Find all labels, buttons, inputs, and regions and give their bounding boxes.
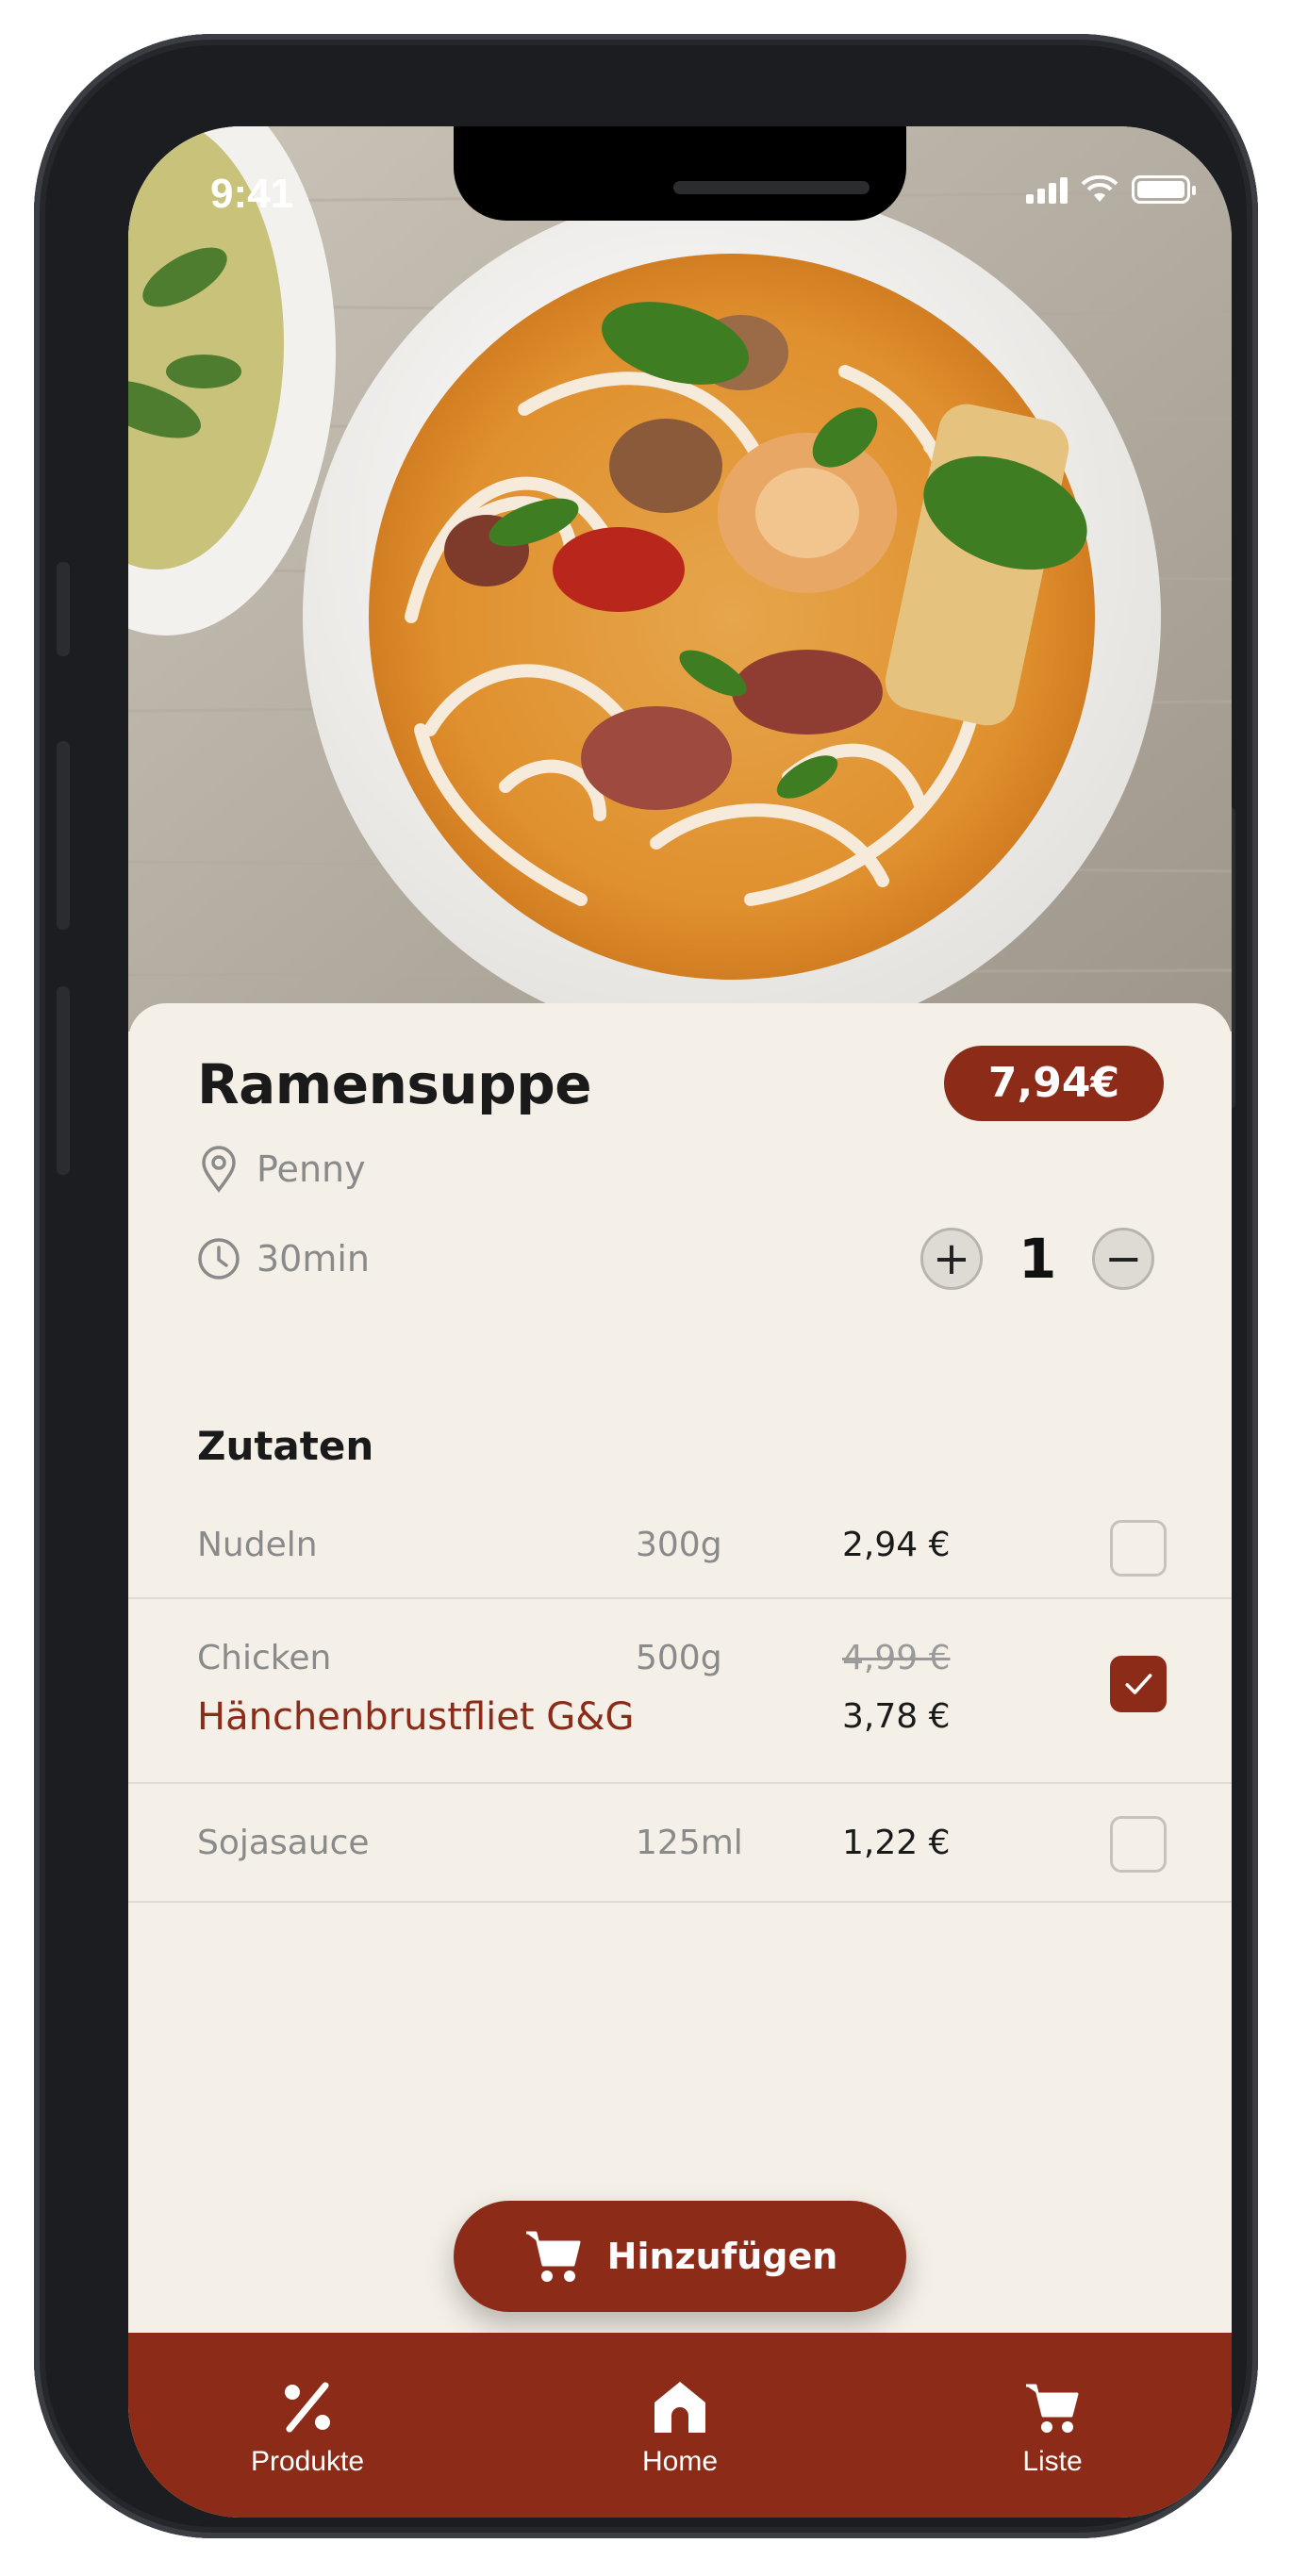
- ingredients-heading: Zutaten: [197, 1423, 374, 1469]
- volume-up-button: [57, 741, 70, 930]
- ingredient-price: 2,94 €: [842, 1526, 951, 1564]
- quantity-decrease-button[interactable]: −: [1092, 1228, 1155, 1290]
- ingredient-price: 3,78 €: [842, 1697, 951, 1736]
- clock-icon: [198, 1238, 240, 1280]
- ingredient-price: 1,22 €: [842, 1824, 951, 1862]
- location-pin-icon: [202, 1146, 236, 1193]
- ingredient-name: Chicken: [197, 1639, 332, 1677]
- home-icon: [654, 2382, 705, 2433]
- bottom-navigation: Produkte Home Liste: [128, 2333, 1232, 2518]
- ingredient-name: Sojasauce: [197, 1824, 370, 1862]
- quantity-increase-button[interactable]: +: [920, 1228, 983, 1290]
- battery-icon: [1132, 175, 1196, 204]
- ingredient-checkbox[interactable]: [1110, 1816, 1167, 1873]
- price-badge: 7,94€: [944, 1046, 1164, 1121]
- ingredient-row: Nudeln 300g 2,94 €: [128, 1494, 1232, 1599]
- mute-switch: [57, 562, 70, 656]
- ingredient-amount: 125ml: [636, 1824, 743, 1862]
- ingredient-row: Sojasauce 125ml 1,22 €: [128, 1784, 1232, 1903]
- quantity-stepper: + 1 −: [920, 1227, 1155, 1291]
- nav-label: Home: [641, 2446, 719, 2477]
- nav-item-produkte[interactable]: Produkte: [213, 2378, 402, 2478]
- ingredient-amount: 500g: [636, 1639, 722, 1677]
- ingredient-alternative-product[interactable]: Hänchenbrustfliet G&G: [197, 1695, 634, 1739]
- duration-row: 30min: [196, 1234, 370, 1283]
- speaker-grille: [673, 181, 870, 194]
- signal-icon: [1026, 177, 1068, 204]
- store-row: Penny: [196, 1145, 366, 1194]
- cart-icon: [525, 2231, 581, 2282]
- product-title: Ramensuppe: [197, 1052, 592, 1116]
- volume-down-button: [57, 986, 70, 1175]
- ingredient-amount: 300g: [636, 1526, 722, 1564]
- percent-icon: [285, 2382, 330, 2433]
- ingredient-name: Nudeln: [197, 1526, 318, 1564]
- add-to-list-button[interactable]: Hinzufügen: [454, 2201, 906, 2312]
- checkmark-icon: [1125, 1674, 1152, 1694]
- status-time: 9:41: [210, 171, 294, 217]
- phone-frame: 9:41 Ramensuppe 7,94€ Penny 30min + 1 − …: [34, 34, 1258, 2538]
- quantity-value: 1: [1019, 1227, 1057, 1291]
- nav-label: Liste: [1022, 2446, 1083, 2477]
- nav-label: Produkte: [250, 2446, 365, 2477]
- cart-icon: [1026, 2384, 1079, 2433]
- wifi-icon: [1081, 175, 1118, 202]
- duration-text: 30min: [257, 1238, 371, 1280]
- status-icons: [1026, 175, 1196, 204]
- dish-photo: [128, 126, 1232, 1032]
- screen: 9:41 Ramensuppe 7,94€ Penny 30min + 1 − …: [128, 126, 1232, 2518]
- ingredient-old-price: 4,99 €: [842, 1639, 951, 1677]
- ingredient-checkbox[interactable]: [1110, 1656, 1167, 1712]
- product-detail-card: Ramensuppe 7,94€ Penny 30min + 1 − Zutat…: [128, 1003, 1232, 2342]
- ingredient-checkbox[interactable]: [1110, 1520, 1167, 1577]
- notch: [454, 126, 906, 221]
- store-name: Penny: [257, 1148, 366, 1190]
- nav-item-liste[interactable]: Liste: [958, 2378, 1147, 2478]
- ingredient-row: Chicken 500g 4,99 € Hänchenbrustfliet G&…: [128, 1599, 1232, 1784]
- add-button-label: Hinzufügen: [606, 2236, 838, 2277]
- nav-item-home[interactable]: Home: [586, 2378, 774, 2478]
